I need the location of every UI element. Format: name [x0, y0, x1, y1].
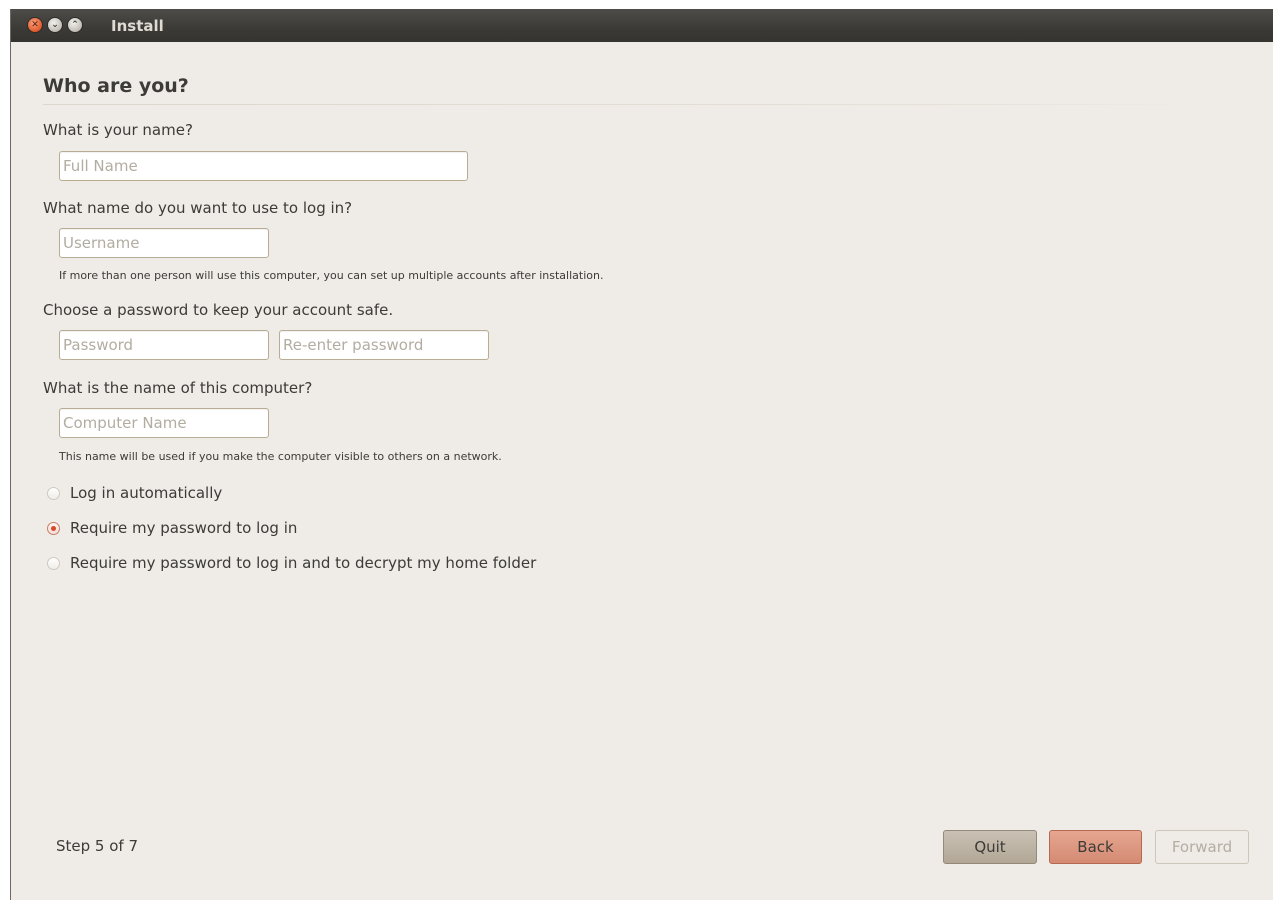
- radio-log-in-automatically[interactable]: Log in automatically: [47, 484, 222, 502]
- close-icon[interactable]: ✕: [27, 17, 43, 33]
- username-field-box: [59, 228, 269, 258]
- radio-require-password-encrypt-home[interactable]: Require my password to log in and to dec…: [47, 554, 536, 572]
- radio-label: Log in automatically: [70, 484, 223, 502]
- name-label: What is your name?: [43, 121, 193, 139]
- radio-button-selected-icon[interactable]: [47, 521, 60, 535]
- full-name-input[interactable]: [60, 152, 467, 180]
- quit-button[interactable]: Quit: [943, 830, 1037, 864]
- forward-button[interactable]: Forward: [1155, 830, 1249, 864]
- computer-name-hint: This name will be used if you make the c…: [59, 450, 502, 463]
- radio-button-icon[interactable]: [47, 556, 60, 570]
- window-title: Install: [111, 17, 164, 35]
- installer-window: ✕ ⌄ ⌃ Install Who are you? What is your …: [10, 9, 1273, 900]
- heading-divider: [43, 104, 1203, 105]
- username-input[interactable]: [60, 229, 268, 257]
- login-name-label: What name do you want to use to log in?: [43, 199, 353, 217]
- radio-label: Require my password to log in: [70, 519, 298, 537]
- minimize-icon[interactable]: ⌄: [47, 17, 63, 33]
- password-field-box: [59, 330, 269, 360]
- full-name-field-box: [59, 151, 468, 181]
- radio-require-password[interactable]: Require my password to log in: [47, 519, 297, 537]
- password-label: Choose a password to keep your account s…: [43, 301, 394, 319]
- page-title: Who are you?: [43, 75, 189, 97]
- confirm-password-input[interactable]: [280, 331, 488, 359]
- password-input[interactable]: [60, 331, 268, 359]
- radio-button-icon[interactable]: [47, 486, 60, 500]
- maximize-icon[interactable]: ⌃: [67, 17, 83, 33]
- username-hint: If more than one person will use this co…: [59, 269, 604, 282]
- confirm-password-field-box: [279, 330, 489, 360]
- title-bar[interactable]: ✕ ⌄ ⌃ Install: [11, 9, 1273, 42]
- computer-name-label: What is the name of this computer?: [43, 379, 313, 397]
- step-indicator: Step 5 of 7: [56, 837, 139, 855]
- back-button[interactable]: Back: [1049, 830, 1142, 864]
- radio-label: Require my password to log in and to dec…: [70, 554, 537, 572]
- computer-name-field-box: [59, 408, 269, 438]
- computer-name-input[interactable]: [60, 409, 268, 437]
